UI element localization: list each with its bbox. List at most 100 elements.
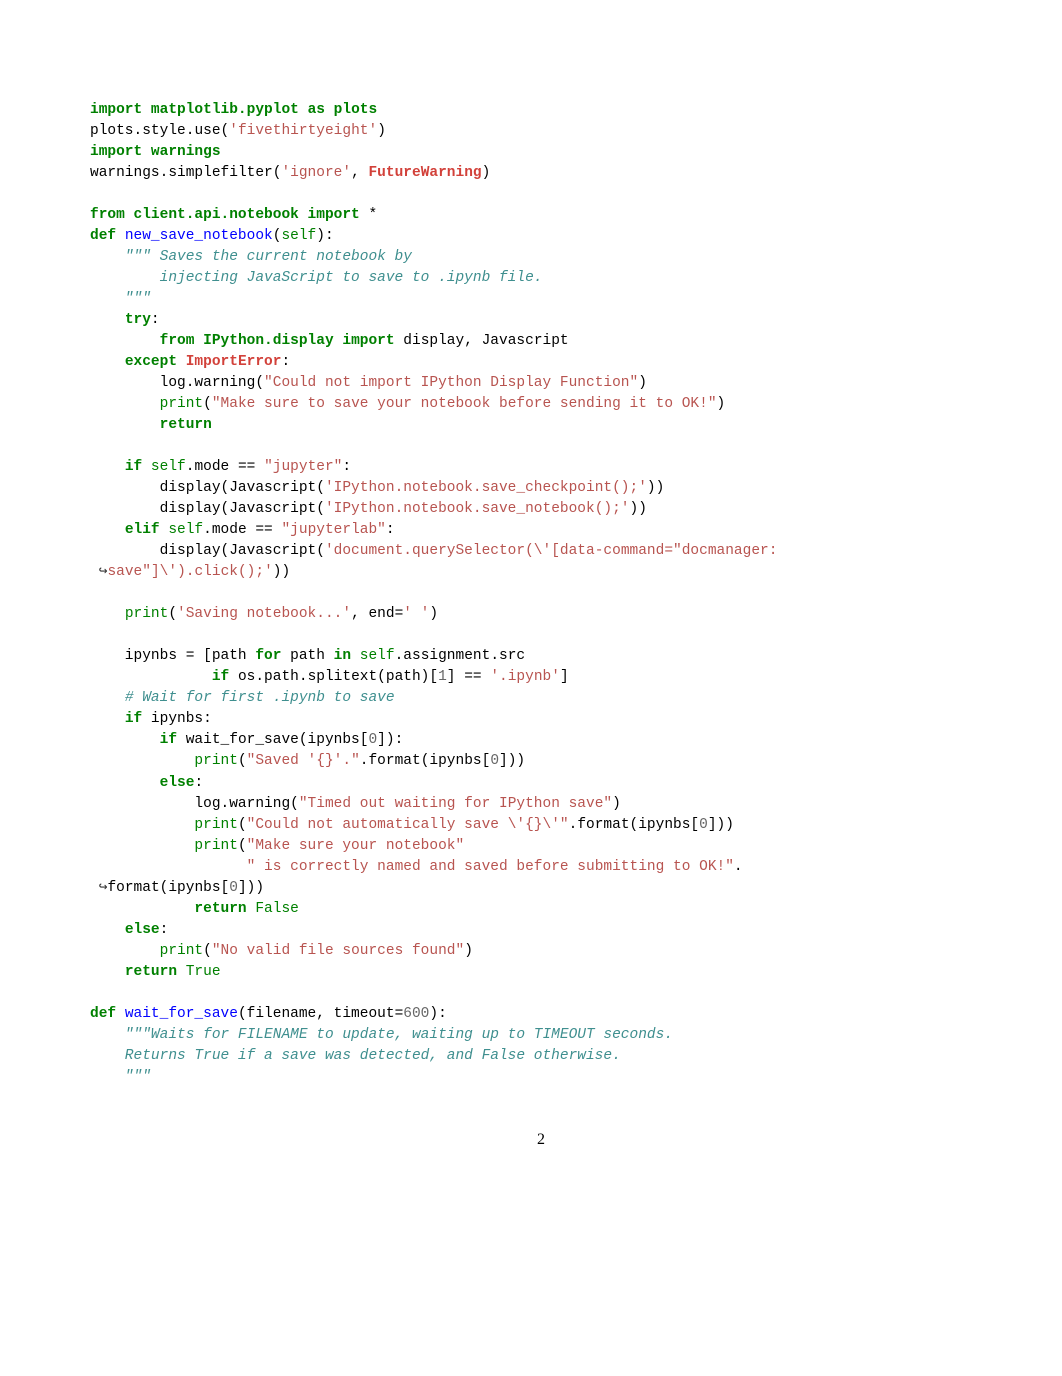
code-token: matplotlib.pyplot xyxy=(151,102,308,118)
code-token: style xyxy=(142,123,186,139)
code-token: print xyxy=(194,817,238,833)
code-token: 'IPython.notebook.save_checkpoint();' xyxy=(325,480,647,496)
code-token: * xyxy=(368,207,377,223)
code-token: 1 xyxy=(438,669,447,685)
code-token: import xyxy=(90,102,151,118)
code-token xyxy=(90,922,125,938)
code-token: print xyxy=(194,838,238,854)
code-token: print xyxy=(160,943,204,959)
code-token: : xyxy=(281,354,290,370)
code-token xyxy=(90,964,125,980)
code-token xyxy=(90,943,160,959)
code-token xyxy=(90,669,212,685)
code-line: from IPython.display import display, Jav… xyxy=(90,331,992,352)
code-token: plots xyxy=(334,102,378,118)
code-token: 0 xyxy=(699,817,708,833)
code-token: mode xyxy=(194,459,238,475)
code-token: simplefilter( xyxy=(168,165,281,181)
code-token: 'IPython.notebook.save_notebook();' xyxy=(325,501,630,517)
code-line xyxy=(90,583,992,604)
code-token: == xyxy=(464,669,481,685)
code-token: import xyxy=(342,333,403,349)
code-token: . xyxy=(395,648,404,664)
code-token xyxy=(90,859,247,875)
code-token: "Could not automatically save xyxy=(247,817,508,833)
code-line: """ xyxy=(90,289,992,310)
code-line: if ipynbs: xyxy=(90,709,992,730)
code-token: print xyxy=(194,753,238,769)
code-token: else xyxy=(125,922,160,938)
code-line: print("Make sure your notebook" xyxy=(90,836,992,857)
code-token xyxy=(90,354,125,370)
code-token: ) xyxy=(482,165,491,181)
code-token: ) xyxy=(464,943,473,959)
code-token: 0 xyxy=(229,880,238,896)
code-token: ] xyxy=(560,669,569,685)
code-token: == xyxy=(255,522,272,538)
code-token: ): xyxy=(316,228,333,244)
code-token: 0 xyxy=(490,753,499,769)
code-token: . xyxy=(221,796,230,812)
code-token: ]): xyxy=(377,732,403,748)
code-token: "jupyterlab" xyxy=(281,522,385,538)
code-token: plots xyxy=(90,123,134,139)
code-token: as xyxy=(308,102,334,118)
code-token: ipynbs: xyxy=(151,711,212,727)
code-token: in xyxy=(334,648,360,664)
code-token: log xyxy=(90,375,186,391)
code-token: " xyxy=(560,817,569,833)
code-token: [data-command="docmanager: xyxy=(551,543,777,559)
code-token: format(ipynbs[ xyxy=(577,817,699,833)
code-line: try: xyxy=(90,310,992,331)
code-token: warning( xyxy=(229,796,299,812)
code-token: ( xyxy=(203,943,212,959)
code-token: import xyxy=(308,207,369,223)
code-token: " is correctly named and saved before su… xyxy=(247,859,734,875)
code-token: import xyxy=(90,144,151,160)
code-line: """ Saves the current notebook by xyxy=(90,247,992,268)
code-token: for xyxy=(255,648,290,664)
code-token: def xyxy=(90,228,125,244)
code-line: def new_save_notebook(self): xyxy=(90,226,992,247)
code-token: . xyxy=(734,859,743,875)
code-token: path xyxy=(290,648,334,664)
code-token: . xyxy=(255,669,264,685)
code-line: print("No valid file sources found") xyxy=(90,941,992,962)
code-token: IPython.display xyxy=(203,333,342,349)
document-page: import matplotlib.pyplot as plotsplots.s… xyxy=(0,0,1062,1191)
code-token: . xyxy=(134,123,143,139)
code-token: injecting JavaScript to save to .ipynb f… xyxy=(90,270,542,286)
code-token: 0 xyxy=(368,732,377,748)
code-token: format(ipynbs[ xyxy=(107,880,229,896)
code-line: return True xyxy=(90,962,992,983)
code-token: save"] xyxy=(107,564,159,580)
code-token: ) xyxy=(377,123,386,139)
code-token: self xyxy=(168,522,203,538)
code-token xyxy=(90,817,194,833)
code-token: Returns True if a save was detected, and… xyxy=(90,1048,621,1064)
code-token: = xyxy=(395,1006,404,1022)
page-number: 2 xyxy=(90,1128,992,1151)
code-line: import matplotlib.pyplot as plots xyxy=(90,100,992,121)
code-token xyxy=(90,333,160,349)
code-token: "Saved ' xyxy=(247,753,317,769)
code-token xyxy=(90,396,160,412)
code-line: # Wait for first .ipynb to save xyxy=(90,688,992,709)
code-token: ] xyxy=(447,669,464,685)
code-block: import matplotlib.pyplot as plotsplots.s… xyxy=(90,100,992,1088)
code-line: log.warning("Timed out waiting for IPyth… xyxy=(90,794,992,815)
code-line: except ImportError: xyxy=(90,352,992,373)
code-line: def wait_for_save(filename, timeout=600)… xyxy=(90,1004,992,1025)
code-token xyxy=(90,732,160,748)
code-line xyxy=(90,983,992,1004)
code-token: display(Javascript( xyxy=(90,543,325,559)
code-token xyxy=(90,312,125,328)
code-token: ( xyxy=(238,753,247,769)
code-token: , end xyxy=(351,606,395,622)
code-token: print xyxy=(125,606,169,622)
code-token: : xyxy=(151,312,160,328)
code-token xyxy=(90,522,125,538)
code-token: 'document.querySelector( xyxy=(325,543,534,559)
code-line: print("Saved '{}'.".format(ipynbs[0])) xyxy=(90,751,992,772)
code-token: )) xyxy=(630,501,647,517)
